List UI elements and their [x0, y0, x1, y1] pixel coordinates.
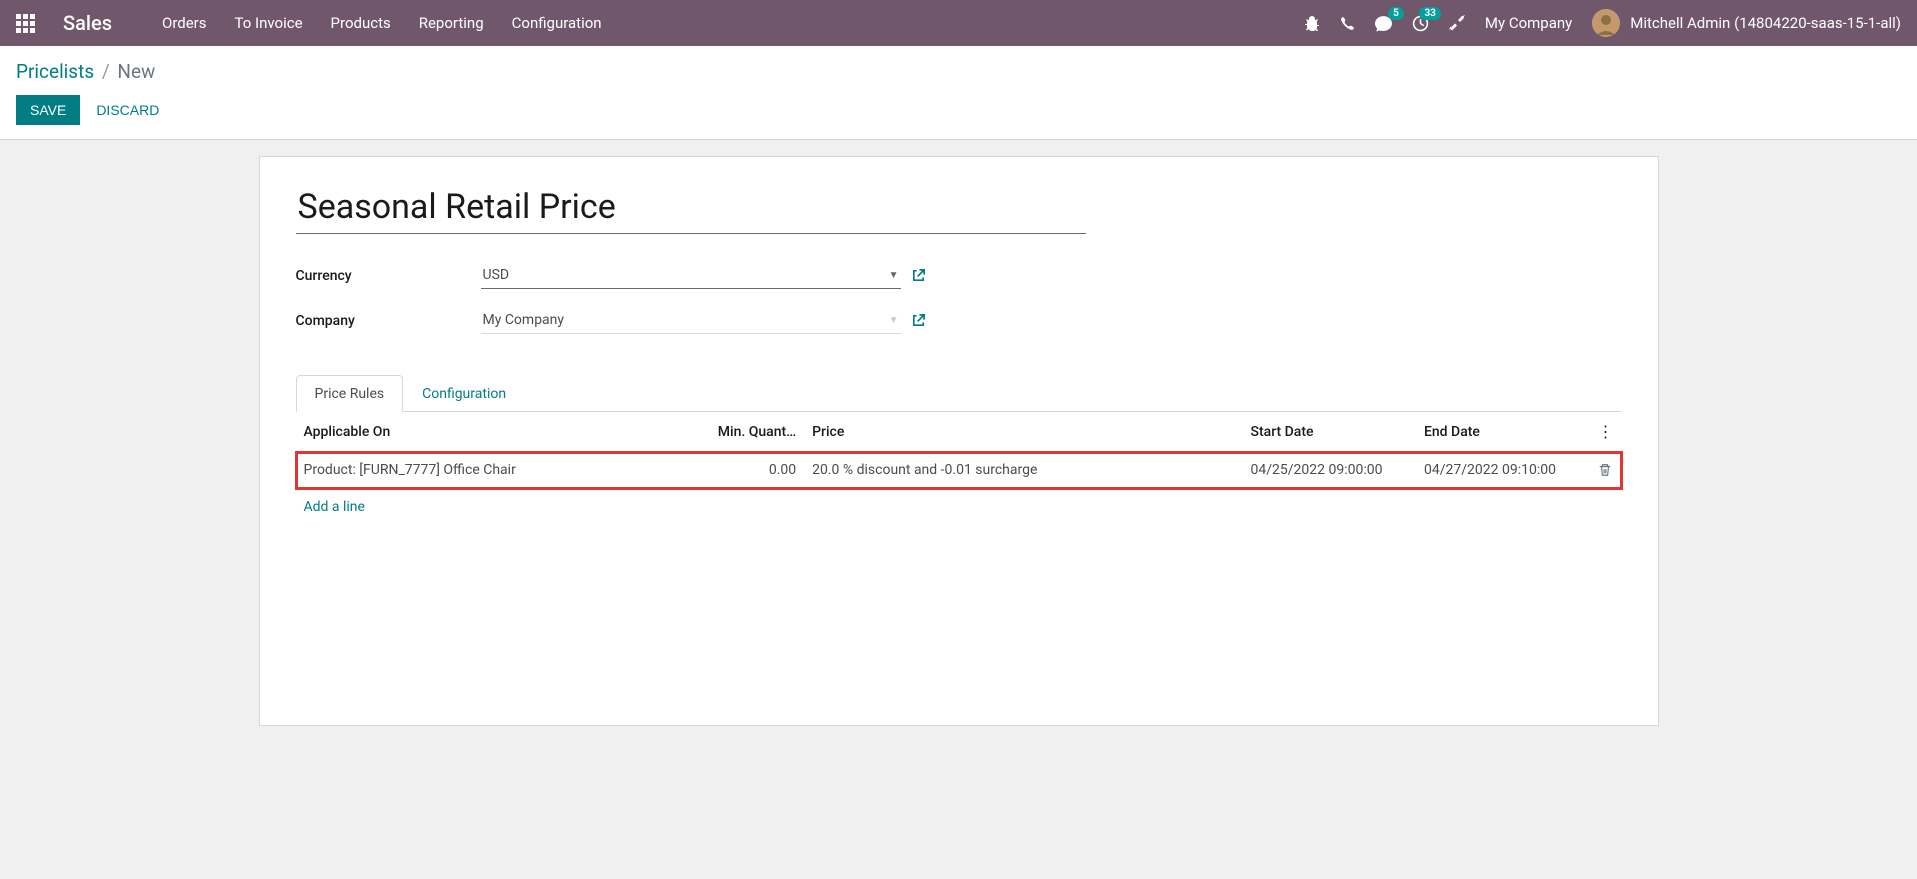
bug-icon[interactable] — [1304, 15, 1320, 31]
column-options-icon[interactable]: ⋮ — [1589, 412, 1621, 452]
nav-products[interactable]: Products — [331, 14, 391, 32]
user-menu[interactable]: Mitchell Admin (14804220-saas-15-1-all) — [1592, 9, 1901, 37]
messages-icon[interactable]: 5 — [1375, 15, 1392, 32]
chevron-down-icon: ▼ — [889, 270, 899, 281]
brand[interactable]: Sales — [63, 11, 112, 35]
chevron-down-icon: ▼ — [889, 315, 899, 326]
activities-icon[interactable]: 33 — [1412, 15, 1429, 32]
company-field-row: Company My Company ▼ — [296, 307, 1622, 334]
trash-icon[interactable] — [1598, 462, 1612, 478]
company-select[interactable]: My Company ▼ — [481, 307, 901, 334]
nav-configuration[interactable]: Configuration — [512, 14, 602, 32]
company-value: My Company — [483, 312, 565, 328]
breadcrumb: Pricelists / New — [16, 60, 1901, 83]
form-sheet: Currency USD ▼ Company My Company — [259, 156, 1659, 726]
nav-to-invoice[interactable]: To Invoice — [235, 14, 303, 32]
tools-icon[interactable] — [1449, 15, 1465, 31]
cell-start-date: 04/25/2022 09:00:00 — [1243, 452, 1416, 489]
cell-min-quantity: 0.00 — [700, 452, 804, 489]
currency-value: USD — [483, 267, 510, 283]
add-line-row: Add a line — [296, 489, 1622, 526]
navbar-right: 5 33 My Company Mitchell Admin (14804220… — [1304, 9, 1901, 37]
company-selector[interactable]: My Company — [1485, 14, 1572, 32]
currency-select[interactable]: USD ▼ — [481, 262, 901, 289]
tab-configuration[interactable]: Configuration — [403, 375, 525, 412]
currency-label: Currency — [296, 268, 481, 284]
form-container: Currency USD ▼ Company My Company — [0, 140, 1917, 742]
th-price[interactable]: Price — [804, 412, 1242, 452]
apps-icon[interactable] — [16, 14, 35, 33]
nav-orders[interactable]: Orders — [162, 14, 207, 32]
control-panel-buttons: SAVE DISCARD — [16, 95, 1901, 125]
cell-end-date: 04/27/2022 09:10:00 — [1416, 452, 1589, 489]
cell-applicable-on: Product: [FURN_7777] Office Chair — [296, 452, 700, 489]
currency-field-row: Currency USD ▼ — [296, 262, 1622, 289]
activities-badge: 33 — [1419, 7, 1440, 20]
add-line-link[interactable]: Add a line — [296, 489, 373, 525]
company-label: Company — [296, 313, 481, 329]
currency-external-link-icon[interactable] — [911, 268, 926, 284]
th-end-date[interactable]: End Date — [1416, 412, 1589, 452]
th-min-quantity[interactable]: Min. Quant… — [700, 412, 804, 452]
control-panel: Pricelists / New SAVE DISCARD — [0, 46, 1917, 140]
messages-badge: 5 — [1388, 7, 1404, 20]
th-start-date[interactable]: Start Date — [1243, 412, 1416, 452]
save-button[interactable]: SAVE — [16, 95, 80, 125]
breadcrumb-current: New — [117, 60, 155, 83]
tab-price-rules[interactable]: Price Rules — [296, 375, 404, 412]
company-external-link-icon[interactable] — [911, 313, 926, 329]
breadcrumb-parent[interactable]: Pricelists — [16, 60, 94, 83]
table-row[interactable]: Product: [FURN_7777] Office Chair 0.00 2… — [296, 452, 1622, 489]
breadcrumb-separator: / — [102, 60, 110, 83]
user-name: Mitchell Admin (14804220-saas-15-1-all) — [1630, 14, 1901, 32]
navbar-left: Sales Orders To Invoice Products Reporti… — [16, 11, 602, 35]
tabs: Price Rules Configuration — [296, 374, 1622, 412]
cell-price: 20.0 % discount and -0.01 surcharge — [804, 452, 1242, 489]
th-applicable-on[interactable]: Applicable On — [296, 412, 700, 452]
nav-menu: Orders To Invoice Products Reporting Con… — [162, 14, 602, 32]
pricelist-name-input[interactable] — [296, 181, 1086, 234]
avatar — [1592, 9, 1620, 37]
nav-reporting[interactable]: Reporting — [419, 14, 484, 32]
discard-button[interactable]: DISCARD — [96, 95, 159, 125]
navbar: Sales Orders To Invoice Products Reporti… — [0, 0, 1917, 46]
delete-row-cell — [1589, 452, 1621, 489]
phone-icon[interactable] — [1340, 15, 1355, 31]
price-rules-table: Applicable On Min. Quant… Price Start Da… — [296, 412, 1622, 525]
